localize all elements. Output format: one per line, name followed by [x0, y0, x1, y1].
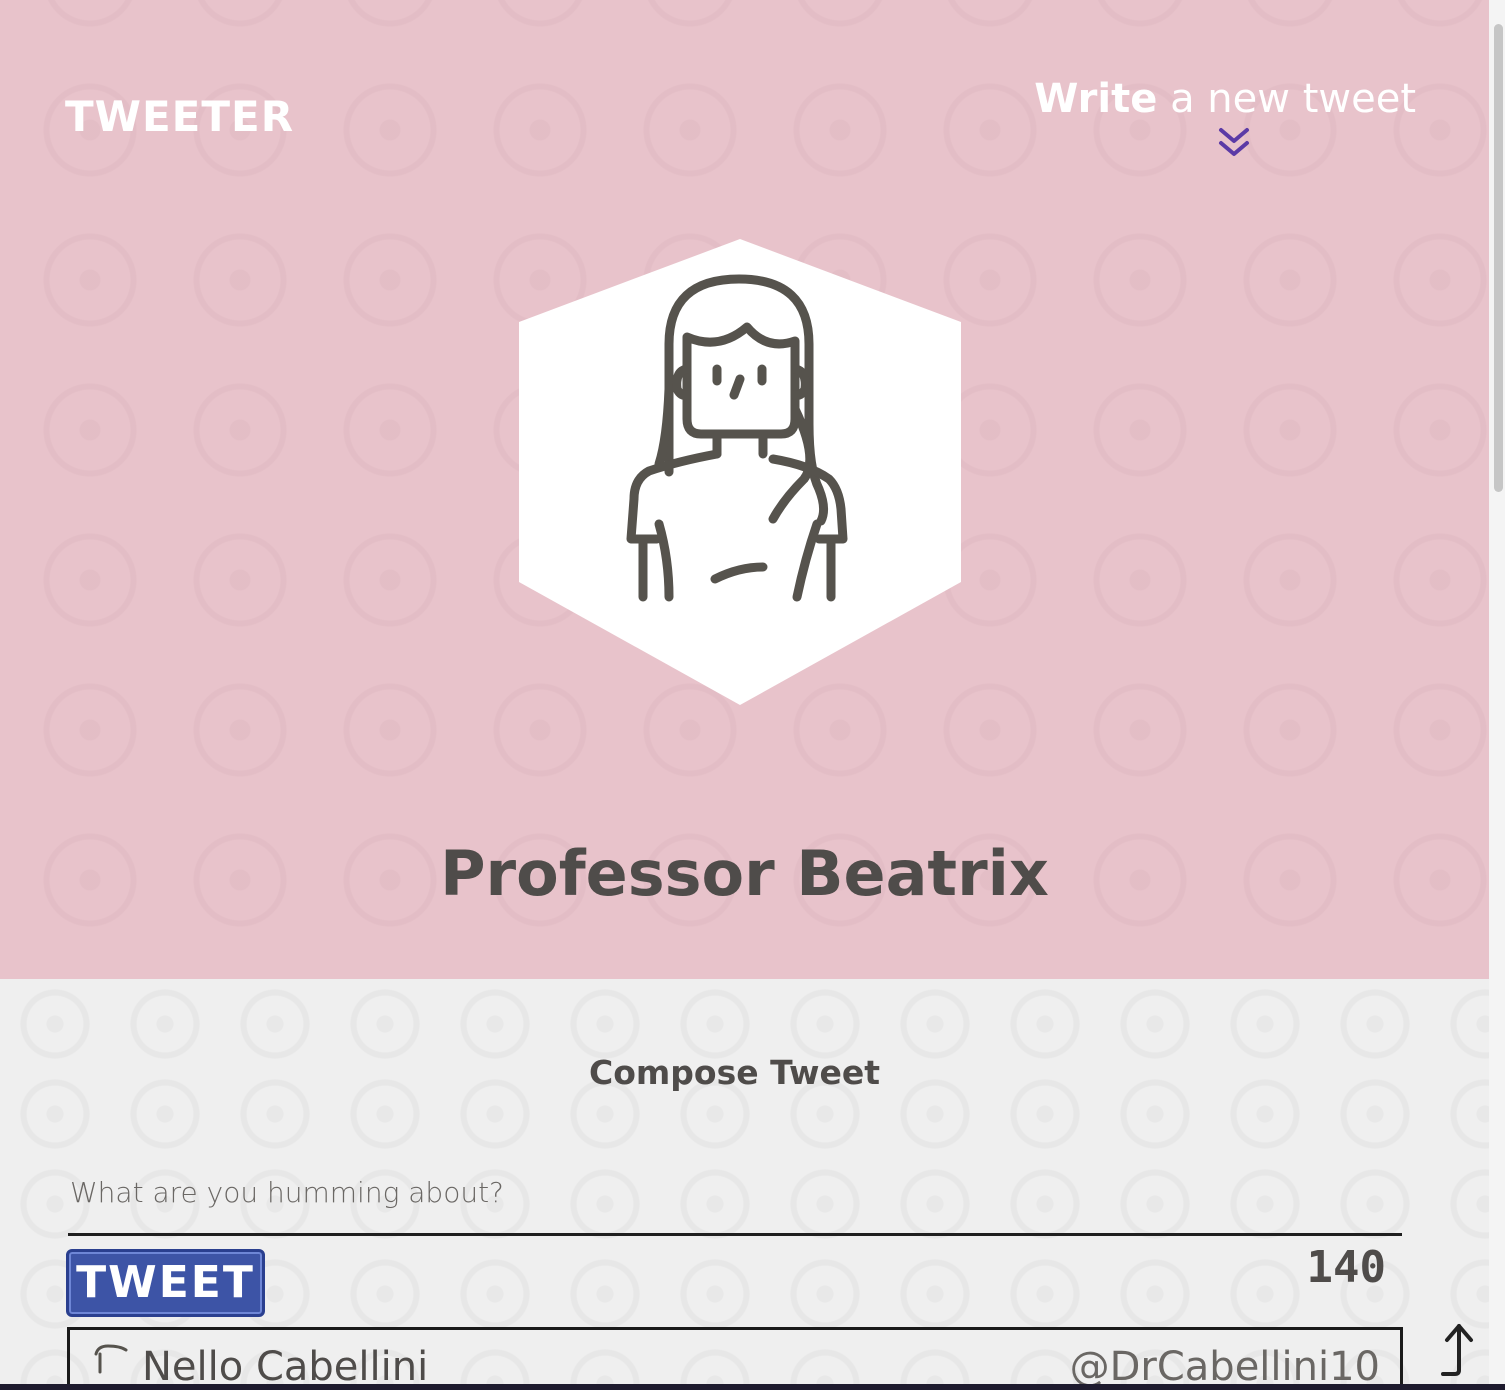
char-counter: 140 [1306, 1242, 1386, 1293]
woman-avatar-icon [519, 239, 961, 705]
tweet-input[interactable] [68, 1152, 1402, 1236]
scrollbar-thumb[interactable] [1494, 24, 1503, 492]
app-logo[interactable]: TWEETER [65, 92, 294, 142]
profile-header: TWEETER Write a new tweet Professor Beat… [0, 0, 1489, 979]
profile-name: Professor Beatrix [440, 837, 1049, 910]
write-link-rest: a new tweet [1170, 76, 1416, 122]
tweet-button[interactable]: TWEET [66, 1249, 265, 1317]
man-avatar-icon [94, 1344, 128, 1374]
tweet-card: Nello Cabellini @DrCabellini10 [67, 1327, 1403, 1384]
double-chevron-down-icon[interactable] [1216, 126, 1252, 162]
arrow-up-icon[interactable] [1437, 1322, 1483, 1378]
window-bottom-edge [0, 1384, 1505, 1390]
write-new-tweet-link[interactable]: Write a new tweet [1034, 74, 1416, 124]
compose-title: Compose Tweet [589, 1053, 880, 1092]
tweet-author-handle: @DrCabellini10 [1069, 1344, 1380, 1384]
page: TWEETER Write a new tweet Professor Beat… [0, 0, 1489, 1384]
write-link-strong: Write [1034, 76, 1158, 122]
tweet-author-name: Nello Cabellini [142, 1344, 429, 1384]
